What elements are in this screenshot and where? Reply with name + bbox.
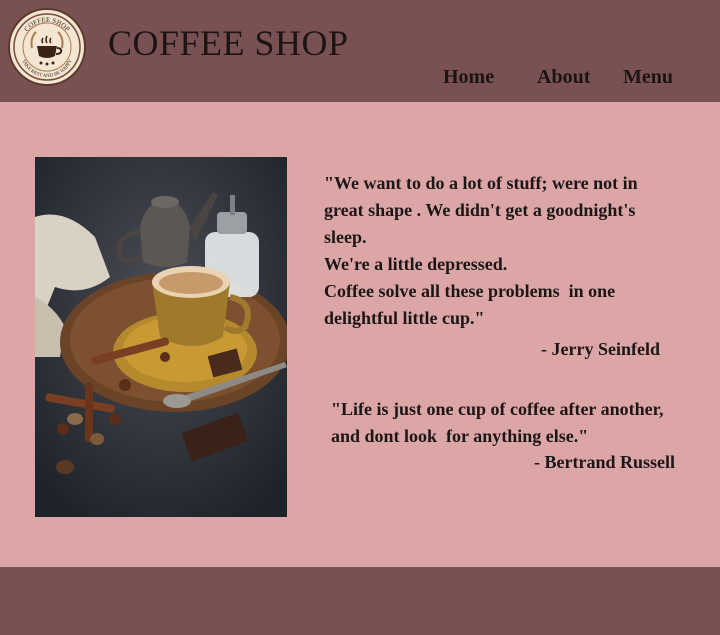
quote-line: and dont look for anything else." bbox=[331, 426, 589, 446]
quote-author-russell: - Bertrand Russell bbox=[534, 452, 675, 472]
quote-line: sleep. bbox=[324, 227, 367, 247]
quote-seinfeld: "We want to do a lot of stuff; were not … bbox=[324, 170, 684, 332]
main-nav: Home About Menu bbox=[0, 66, 720, 96]
quote-line: delightful little cup." bbox=[324, 308, 485, 328]
quote-line: We're a little depressed. bbox=[324, 254, 508, 274]
quote-line: "Life is just one cup of coffee after an… bbox=[331, 399, 664, 419]
footer bbox=[0, 567, 720, 635]
nav-menu-link[interactable]: Menu bbox=[623, 66, 673, 89]
header: COFFEE SHOP TAKE REST AND BE HAPPY COFFE… bbox=[0, 0, 720, 102]
site-title: COFFEE SHOP bbox=[108, 23, 349, 63]
quote-russell: "Life is just one cup of coffee after an… bbox=[331, 396, 701, 450]
quote-line: Coffee solve all these problems in one bbox=[324, 281, 616, 301]
quote-line: "We want to do a lot of stuff; were not … bbox=[324, 173, 638, 193]
coffee-photo bbox=[35, 157, 287, 517]
coffee-still-life-image bbox=[35, 157, 287, 517]
quote-line: great shape . We didn't get a goodnight'… bbox=[324, 200, 636, 220]
nav-about-link[interactable]: About bbox=[537, 66, 590, 89]
quote-author-seinfeld: - Jerry Seinfeld bbox=[541, 339, 660, 359]
nav-home-link[interactable]: Home bbox=[443, 66, 494, 89]
